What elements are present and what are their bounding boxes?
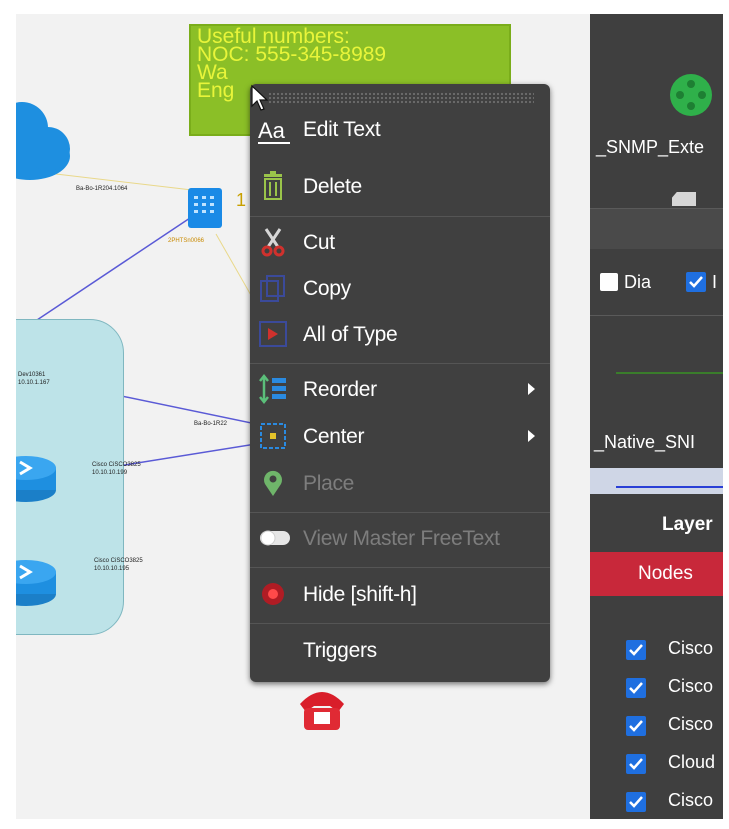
link-lan-phone — [16, 213, 197, 335]
node-checkbox[interactable] — [626, 792, 646, 812]
center-icon — [258, 421, 288, 451]
cisco2-name-label: Cisco CiSCO3825 — [94, 558, 143, 564]
context-menu: Aa Edit Text Delete Cut Copy All of Type… — [250, 84, 550, 682]
menu-item-delete[interactable]: Delete — [250, 163, 550, 209]
node-checkbox[interactable] — [626, 640, 646, 660]
layers-header: Layer — [662, 514, 713, 535]
submenu-arrow-icon — [528, 383, 535, 395]
frame-bottom — [0, 819, 729, 829]
link-style-swatch[interactable] — [590, 468, 723, 494]
phone-name-label: 2PHTSn0066 — [168, 238, 205, 244]
phone-number-label: 1 — [236, 190, 247, 210]
frame-top — [0, 0, 729, 14]
menu-item-view-master-freetext: View Master FreeText — [250, 515, 550, 561]
menu-item-label: Copy — [303, 277, 351, 300]
copy-icon — [258, 273, 288, 303]
submenu-arrow-icon — [528, 430, 535, 442]
dia-checkbox[interactable] — [600, 273, 618, 291]
text-aa-icon: Aa — [258, 114, 290, 144]
node-list-item: Cisco — [668, 714, 714, 734]
native-snmp-label: _Native_SNI — [594, 432, 696, 452]
reorder-icon — [258, 373, 288, 405]
scissors-icon — [258, 227, 288, 257]
node-list: Cisco Cisco Cisco Cloud Cisco — [590, 634, 723, 819]
menu-item-hide[interactable]: Hide [shift-h] — [250, 571, 550, 617]
note-line-3: Wa — [197, 61, 228, 84]
toggle-icon — [258, 523, 290, 553]
node-list-item: Cisco — [668, 676, 714, 696]
second-checkbox[interactable] — [686, 272, 706, 292]
menu-item-label: All of Type — [303, 323, 398, 346]
select-type-icon — [258, 319, 288, 349]
node-checkbox[interactable] — [626, 754, 646, 774]
cloud-icon[interactable] — [16, 94, 80, 184]
red-phone-icon[interactable] — [292, 682, 352, 734]
dia-label: Dia — [624, 272, 652, 292]
hide-icon — [258, 579, 288, 609]
trash-icon — [258, 171, 288, 201]
map-pin-icon — [258, 468, 288, 498]
right-panel: _SNMP_Exte Dia I _Native_SNI Layer Nodes… — [590, 14, 723, 819]
menu-drag-handle[interactable] — [268, 92, 534, 104]
snmp-node-icon[interactable] — [666, 70, 716, 120]
menu-item-label: Cut — [303, 231, 335, 254]
server-icon — [672, 192, 696, 206]
panel-band — [590, 209, 723, 249]
node-list-item: Cisco — [668, 790, 714, 810]
menu-separator — [250, 623, 550, 624]
node-checkbox[interactable] — [626, 678, 646, 698]
menu-separator — [250, 216, 550, 217]
node-list-item: Cloud — [668, 752, 716, 772]
dev-ip-label: 10.10.1.167 — [18, 380, 50, 386]
link-label-mid: Ba-Bo-1R22 — [194, 421, 228, 427]
note-line-2: NOC: 555-345-8989 — [197, 43, 387, 66]
menu-item-center[interactable]: Center — [250, 413, 550, 459]
cisco1-name-label: Cisco CiSCO3825 — [92, 462, 141, 468]
menu-item-all-of-type[interactable]: All of Type — [250, 311, 550, 357]
menu-item-label: Delete — [303, 175, 362, 198]
dev-name-label: Dev10361 — [18, 372, 46, 378]
cisco1-ip-label: 10.10.10.199 — [92, 470, 128, 476]
nodes-tab-label: Nodes — [638, 563, 693, 584]
router-icon[interactable] — [16, 450, 60, 506]
menu-item-place: Place — [250, 460, 550, 506]
router-icon[interactable] — [16, 554, 60, 610]
nodes-tab[interactable]: Nodes — [590, 552, 723, 596]
menu-item-triggers[interactable]: Triggers — [250, 627, 550, 673]
menu-item-reorder[interactable]: Reorder — [250, 366, 550, 412]
node-checkbox[interactable] — [626, 716, 646, 736]
divider — [590, 315, 723, 316]
frame-left — [0, 0, 16, 829]
menu-item-label: Triggers — [303, 639, 377, 662]
node-list-item: Cisco — [668, 638, 714, 658]
menu-item-label: Hide [shift-h] — [303, 583, 417, 606]
frame-right — [723, 0, 729, 829]
menu-item-cut[interactable]: Cut — [250, 219, 550, 265]
menu-item-edit-text[interactable]: Aa Edit Text — [250, 106, 550, 152]
menu-item-label: Edit Text — [303, 118, 381, 141]
svg-text:Aa: Aa — [258, 118, 286, 143]
second-checkbox-label: I — [712, 272, 718, 292]
menu-item-copy[interactable]: Copy — [250, 265, 550, 311]
green-link-line — [616, 372, 723, 374]
menu-item-label: Place — [303, 472, 355, 495]
menu-item-label: Center — [303, 425, 365, 448]
snmp-ext-label: _SNMP_Exte — [596, 137, 705, 157]
ip-phone-icon[interactable] — [186, 186, 226, 232]
cisco2-ip-label: 10.10.10.195 — [94, 566, 130, 572]
menu-item-label: Reorder — [303, 378, 377, 401]
menu-item-label: View Master FreeText — [303, 527, 500, 550]
mouse-cursor-icon — [251, 84, 269, 111]
menu-separator — [250, 363, 550, 364]
menu-separator — [250, 512, 550, 513]
link-label-top: Ba-Bo-1R204.1064 — [76, 186, 128, 192]
menu-separator — [250, 567, 550, 568]
